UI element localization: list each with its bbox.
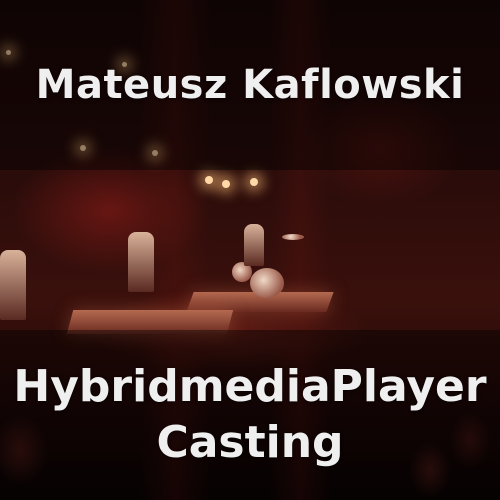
drummer-figure — [244, 224, 264, 266]
keyboardist-figure — [128, 232, 154, 292]
title-band: HybridmediaPlayer Casting — [0, 330, 500, 500]
book-title: HybridmediaPlayer Casting — [13, 359, 486, 471]
stage-light — [222, 180, 230, 188]
title-line-2: Casting — [156, 417, 344, 468]
guitarist-figure — [0, 250, 26, 320]
stage-light — [205, 176, 213, 184]
cymbal — [282, 234, 304, 240]
title-line-1: HybridmediaPlayer — [13, 361, 487, 412]
concert-background-image: Mateusz Kaflowski HybridmediaPlayer Cast… — [0, 0, 500, 500]
author-name: Mateusz Kaflowski — [35, 62, 465, 108]
bass-drum — [250, 268, 284, 298]
stage-light — [250, 178, 258, 186]
author-band: Mateusz Kaflowski — [0, 0, 500, 170]
